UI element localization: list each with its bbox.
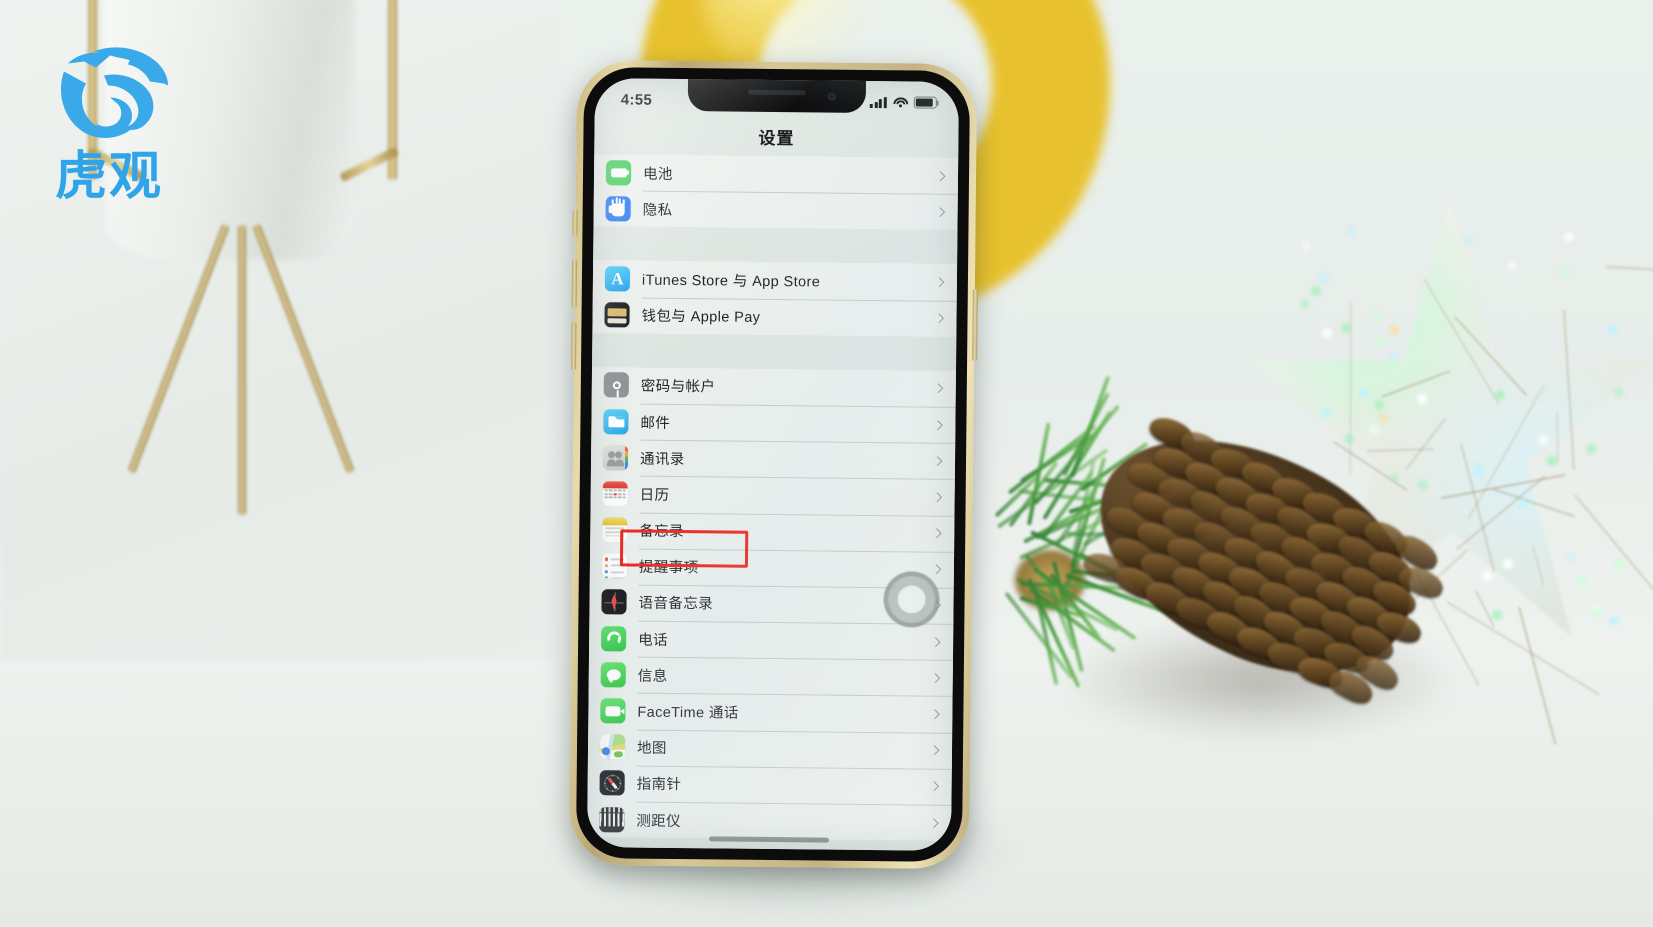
volume-up-button[interactable] — [572, 260, 578, 308]
settings-row-label: 测距仪 — [636, 809, 930, 833]
phone-icon — [601, 626, 626, 651]
chevron-right-icon — [930, 709, 940, 719]
settings-row-label: 指南针 — [637, 773, 931, 797]
settings-group: 电池 隐私 — [593, 154, 958, 230]
cellular-signal-icon — [870, 96, 887, 107]
messages-icon — [601, 662, 626, 687]
power-button[interactable] — [972, 289, 978, 361]
mute-switch[interactable] — [572, 210, 577, 236]
facetime-icon — [600, 698, 625, 723]
page-title: 设置 — [594, 114, 958, 158]
status-time: 4:55 — [621, 91, 652, 108]
settings-row-电池[interactable]: 电池 — [594, 154, 958, 194]
volume-down-button[interactable] — [571, 322, 577, 370]
chevron-right-icon — [932, 528, 942, 538]
settings-row-通讯录[interactable]: 通讯录 — [591, 439, 955, 479]
settings-row-信息[interactable]: 信息 — [589, 656, 953, 696]
assistive-touch-button[interactable] — [883, 571, 940, 628]
settings-row-备忘录[interactable]: 备忘录 — [590, 512, 954, 552]
settings-row-label: iTunes Store 与 App Store — [642, 269, 936, 293]
battery-app-icon — [606, 160, 631, 185]
settings-row-密码与帐户[interactable]: 密码与帐户 — [592, 367, 956, 407]
mail-icon — [603, 409, 628, 434]
wifi-icon — [893, 97, 908, 108]
settings-group: AiTunes Store 与 App Store 钱包与 Apple Pay — [592, 260, 957, 336]
settings-row-label: 钱包与 Apple Pay — [641, 305, 935, 329]
settings-row-label: FaceTime 通话 — [637, 701, 931, 725]
settings-row-测距仪[interactable]: 测距仪 — [587, 801, 951, 841]
settings-row-电话[interactable]: 电话 — [589, 620, 953, 660]
chevron-right-icon — [929, 782, 939, 792]
settings-row-邮件[interactable]: 邮件 — [591, 403, 955, 443]
privacy-hand-icon — [606, 196, 631, 221]
voice-memos-icon — [601, 590, 626, 615]
passwords-key-icon — [604, 373, 629, 398]
notch — [688, 78, 866, 113]
maps-icon — [600, 734, 625, 759]
chevron-right-icon — [930, 745, 940, 755]
phone-screen: 4:55 设置 电池隐私 AiTunes Store 与 App Store 钱包与… — [587, 78, 959, 851]
status-icons — [870, 96, 937, 108]
watermark-brand-text: 虎观 — [34, 134, 184, 209]
settings-row-iTunes Store 与 App Store[interactable]: AiTunes Store 与 App Store — [593, 260, 957, 300]
app-store-icon: A — [605, 266, 630, 291]
settings-row-label: 电池 — [643, 162, 937, 186]
settings-row-label: 备忘录 — [639, 520, 933, 544]
settings-row-label: 隐私 — [643, 198, 937, 222]
watermark-logo: 虎观 — [34, 14, 184, 199]
calendar-icon — [603, 481, 628, 506]
iphone-device: 4:55 设置 电池隐私 AiTunes Store 与 App Store 钱包与… — [569, 60, 977, 869]
contacts-icon — [603, 445, 628, 470]
settings-row-label: 邮件 — [640, 411, 934, 435]
front-camera-icon — [828, 93, 836, 101]
measure-icon — [599, 807, 624, 832]
settings-list[interactable]: 电池隐私 AiTunes Store 与 App Store 钱包与 Apple P… — [587, 154, 958, 851]
settings-row-钱包与 Apple Pay[interactable]: 钱包与 Apple Pay — [592, 297, 956, 337]
battery-icon — [914, 97, 937, 109]
settings-row-指南针[interactable]: 指南针 — [587, 765, 951, 805]
reminders-icon — [602, 553, 627, 578]
settings-row-地图[interactable]: 地图 — [588, 729, 952, 769]
chevron-right-icon — [933, 384, 943, 394]
settings-row-label: 日历 — [640, 484, 934, 508]
wallet-icon — [604, 302, 629, 327]
settings-row-label: 通讯录 — [640, 447, 934, 471]
settings-row-label: 提醒事项 — [639, 556, 933, 580]
settings-row-日历[interactable]: 日历 — [590, 475, 954, 515]
earpiece-speaker — [748, 90, 806, 96]
compass-icon — [600, 771, 625, 796]
chevron-right-icon — [931, 565, 941, 575]
settings-row-label: 电话 — [638, 628, 932, 652]
settings-row-隐私[interactable]: 隐私 — [593, 190, 957, 230]
notes-icon — [602, 517, 627, 542]
settings-group-separator — [593, 226, 957, 264]
settings-row-label: 信息 — [638, 664, 932, 688]
chevron-right-icon — [934, 313, 944, 323]
settings-row-label: 地图 — [637, 737, 931, 761]
settings-row-FaceTime 通话[interactable]: FaceTime 通话 — [588, 693, 952, 733]
settings-group-separator — [592, 333, 956, 371]
settings-row-label: 密码与帐户 — [641, 375, 935, 399]
